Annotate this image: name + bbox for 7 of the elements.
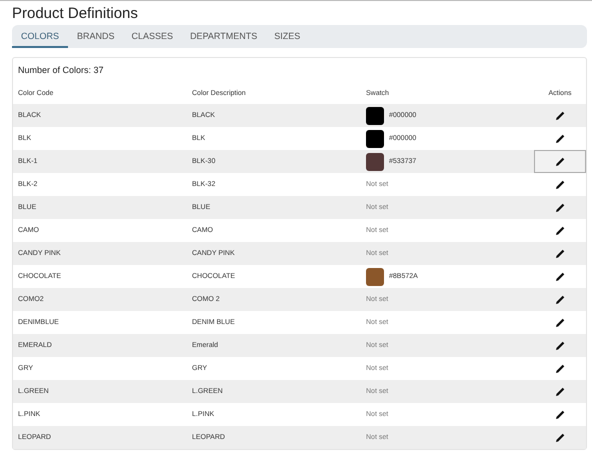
tab[interactable]: CLASSES [124,25,182,48]
tab[interactable]: SIZES [266,25,308,48]
page-title: Product Definitions [12,5,139,22]
tab[interactable]: COLORS [12,25,68,48]
tab[interactable]: BRANDS [69,25,123,48]
tab[interactable]: DEPARTMENTS [182,25,266,48]
color-count: Number of Colors: 37 [17,64,105,77]
